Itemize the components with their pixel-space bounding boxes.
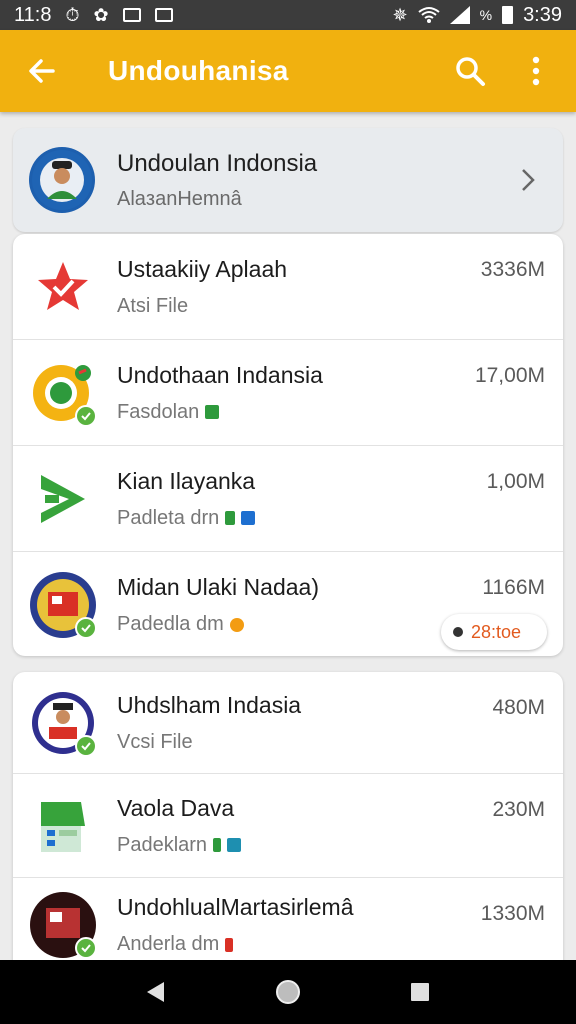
item-size: 1330M xyxy=(480,902,545,925)
list-item[interactable]: UndohlualMartasirlemâ Anderla dm 1330M xyxy=(13,878,563,972)
item-subtitle: Anderla dm xyxy=(117,933,220,955)
bluetooth-icon: ✵ xyxy=(392,5,408,25)
installed-check-icon xyxy=(75,404,97,427)
fire-icon xyxy=(229,617,244,632)
item-subtitle: Fasdolan xyxy=(117,400,200,423)
item-subtitle: Atsi File xyxy=(117,294,189,317)
nav-recents-button[interactable] xyxy=(396,968,444,1016)
yellow-ring-icon xyxy=(27,357,99,429)
alarm-icon: ⏱ xyxy=(65,5,80,25)
avatar xyxy=(29,147,95,213)
item-size: 480M xyxy=(492,696,545,719)
item-title: Ustaakiiy Aplaah xyxy=(117,255,288,282)
list-item[interactable]: Undothaan Indansia Fasdolan 17,00M xyxy=(13,340,563,446)
battery-icon xyxy=(502,6,514,24)
green-play-icon xyxy=(27,463,99,535)
green-sheet-icon xyxy=(27,790,99,862)
search-button[interactable] xyxy=(450,51,490,91)
header-title: Undoulan Indonsia xyxy=(117,149,318,177)
navigation-bar xyxy=(0,960,576,1024)
signal-icon xyxy=(449,6,470,24)
installed-check-icon xyxy=(75,734,97,757)
item-subtitle: Padleta drn xyxy=(117,506,220,529)
status-time: 11:8 xyxy=(14,3,52,26)
account-header-card[interactable]: Undoulan Indonsia AlaзanHemnâ xyxy=(13,128,563,232)
signal-small-icon xyxy=(225,511,236,525)
more-options-button[interactable] xyxy=(516,51,556,91)
gallery-icon xyxy=(122,8,141,22)
list-item[interactable]: Vaola Dava Padeklarn 230M xyxy=(13,774,563,878)
installed-check-icon xyxy=(75,617,97,639)
status-bar: 11:8 ⏱ ✿ ✵ % 3:39 xyxy=(0,0,576,30)
list-item[interactable]: Midan Ulaki Nadaa) Padedla dm 1166M 28:t… xyxy=(13,552,563,656)
badge-emblem-icon xyxy=(27,569,99,641)
arrow-back-icon xyxy=(29,59,55,83)
status-icon xyxy=(205,405,220,419)
portrait-emblem-icon xyxy=(27,687,99,759)
item-title: UndohlualMartasirlemâ xyxy=(117,894,354,920)
download-progress-chip[interactable]: 28:toe xyxy=(441,614,547,650)
status-icon xyxy=(227,838,242,852)
item-subtitle: Vcsi File xyxy=(117,730,193,753)
chevron-right-icon xyxy=(522,169,535,191)
app-bar: Undouhanisa xyxy=(0,30,576,112)
battery-percent: % xyxy=(479,7,493,23)
circle-home-icon xyxy=(276,980,300,1004)
download-list-card: Ustaakiiy Aplaah Atsi File 3336M Undotha… xyxy=(13,234,563,656)
item-title: Midan Ulaki Nadaa) xyxy=(117,574,319,600)
download-list-card-2: Uhdslham Indasia Vcsi File 480M Vaola Da… xyxy=(13,672,563,972)
nav-home-button[interactable] xyxy=(264,968,312,1016)
triangle-back-icon xyxy=(147,982,164,1002)
list-item[interactable]: Kian Ilayanka Padleta drn 1,00M xyxy=(13,446,563,552)
search-icon xyxy=(456,57,485,86)
page-title: Undouhanisa xyxy=(108,55,289,86)
message-icon xyxy=(154,8,173,22)
progress-dot-icon xyxy=(453,627,463,637)
item-size: 1,00M xyxy=(486,470,545,493)
progress-text: 28:toe xyxy=(471,621,522,642)
status-icon xyxy=(241,511,256,525)
more-vert-icon xyxy=(532,56,540,86)
list-item[interactable]: Uhdslham Indasia Vcsi File 480M xyxy=(13,672,563,774)
item-subtitle: Padeklarn xyxy=(117,833,208,856)
item-title: Vaola Dava xyxy=(117,794,235,821)
item-size: 1166M xyxy=(482,576,545,599)
signal-small-icon xyxy=(213,838,222,852)
header-subtitle: AlaзanHemnâ xyxy=(117,187,242,210)
item-size: 17,00M xyxy=(474,364,545,387)
item-title: Uhdslham Indasia xyxy=(117,691,302,718)
avatar-portrait-icon xyxy=(32,150,92,210)
wifi-icon xyxy=(417,7,440,23)
installed-check-icon xyxy=(75,937,97,959)
item-subtitle: Padedla dm xyxy=(117,613,224,635)
red-star-icon xyxy=(27,251,99,323)
list-item[interactable]: Ustaakiiy Aplaah Atsi File 3336M xyxy=(13,234,563,340)
square-recents-icon xyxy=(411,983,429,1001)
back-button[interactable] xyxy=(20,49,64,93)
status-icon xyxy=(225,937,234,952)
item-title: Kian Ilayanka xyxy=(117,467,256,494)
item-title: Undothaan Indansia xyxy=(117,361,323,388)
item-size: 3336M xyxy=(480,258,545,281)
item-size: 230M xyxy=(492,798,545,821)
notification-icon: ✿ xyxy=(93,5,109,25)
dark-emblem-icon xyxy=(27,889,99,961)
status-clock: 3:39 xyxy=(523,3,562,26)
nav-back-button[interactable] xyxy=(132,968,180,1016)
